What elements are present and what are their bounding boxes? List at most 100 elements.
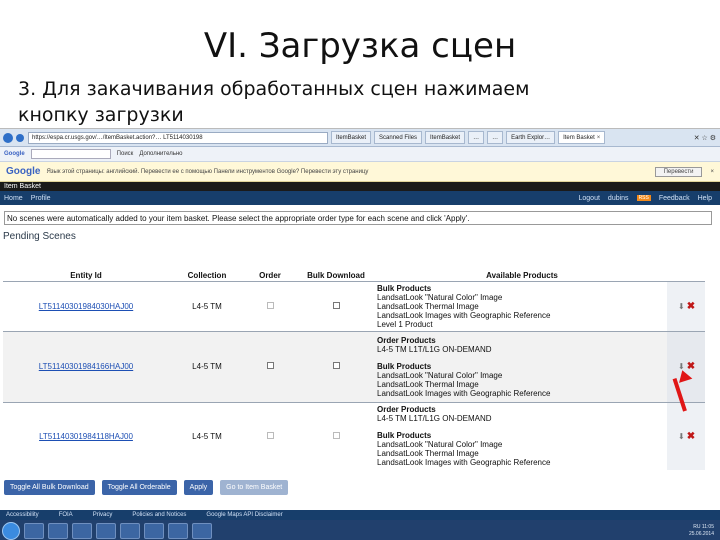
column-header: Order [259, 270, 281, 280]
product-item: Level 1 Product [377, 319, 433, 329]
browser-tab[interactable]: ItemBasket [425, 131, 466, 144]
nav-home[interactable]: Home [4, 195, 23, 202]
bulk-download-checkbox[interactable] [332, 362, 340, 369]
product-item: L4-5 TM L1T/L1G ON-DEMAND [377, 344, 492, 354]
go-to-item-basket-button[interactable]: Go to Item Basket [220, 480, 289, 495]
entity-id-link[interactable]: LT51140301984166HAJ00 [39, 362, 133, 371]
tab-label: … [492, 135, 499, 141]
tab-label: Earth Explor… [511, 135, 551, 141]
pending-scenes-table: Entity Id Collection Order Bulk Download… [3, 270, 705, 470]
products-heading: Bulk Products [377, 283, 432, 293]
order-checkbox[interactable] [266, 362, 274, 369]
taskbar-app-icon[interactable] [168, 522, 188, 539]
google-search-input[interactable] [30, 149, 111, 159]
site-header: Item Basket [0, 182, 720, 191]
google-toolbar-item[interactable]: Дополнительно [139, 151, 182, 157]
products-cell: Order Products L4-5 TM L1T/L1G ON-DEMAND… [377, 401, 667, 470]
close-icon[interactable]: × [710, 169, 714, 175]
nav-username: dubins [607, 194, 629, 202]
google-toolbar-label: Google [4, 151, 25, 157]
slide-subtitle-line2: кнопку загрузки [18, 104, 184, 126]
taskbar-app-icon[interactable] [144, 522, 164, 539]
screenshot: https://espa.cr.usgs.gov/…/ItemBasket.ac… [0, 128, 720, 540]
browser-tab-active[interactable]: Item Basket × [558, 131, 606, 144]
address-bar[interactable]: https://espa.cr.usgs.gov/…/ItemBasket.ac… [28, 131, 328, 144]
window-controls[interactable]: ✕ ☆ ⚙ [694, 134, 716, 142]
collection-cell: L4-5 TM [169, 280, 245, 331]
entity-id-link[interactable]: LT51140301984118HAJ00 [39, 432, 133, 441]
back-icon[interactable] [3, 132, 13, 143]
google-logo: Google [6, 166, 41, 177]
toggle-bulk-download-button[interactable]: Toggle All Bulk Download [4, 480, 95, 495]
product-item: LandsatLook Thermal Image [377, 449, 479, 459]
footer-link[interactable]: Privacy [93, 512, 113, 518]
browser-tabbar: https://espa.cr.usgs.gov/…/ItemBasket.ac… [0, 129, 720, 147]
tab-label: ItemBasket [430, 135, 461, 141]
bulk-download-checkbox[interactable] [332, 301, 340, 309]
tab-label: Item Basket [563, 135, 595, 141]
footer-link[interactable]: Google Maps API Disclaimer [206, 512, 282, 518]
browser-tab[interactable]: … [487, 131, 504, 144]
product-item: LandsatLook Thermal Image [377, 379, 479, 389]
taskbar-app-icon[interactable] [72, 522, 92, 539]
browser-tab[interactable]: ItemBasket [331, 131, 372, 144]
nav-feedback[interactable]: Feedback [659, 195, 690, 202]
browser-tab[interactable]: … [468, 131, 485, 144]
collection-cell: L4-5 TM [169, 401, 245, 470]
site-nav-right: Logout dubins RSS Feedback Help [579, 195, 720, 202]
apply-button[interactable]: Apply [183, 480, 214, 495]
column-header: Available Products [486, 270, 558, 280]
section-title: Pending Scenes [3, 231, 76, 242]
order-checkbox[interactable] [266, 431, 274, 439]
tab-label: … [473, 135, 480, 141]
delete-icon[interactable]: ✖ [687, 301, 695, 311]
clock-date: 25.06.2014 [688, 530, 714, 537]
rss-icon[interactable]: RSS [636, 195, 651, 201]
site-footer: Accessibility FOIA Privacy Policies and … [0, 510, 720, 520]
order-checkbox[interactable] [266, 301, 274, 309]
language-indicator[interactable]: RU [693, 524, 700, 530]
clock-time: 11:05 [701, 523, 714, 530]
column-header [667, 270, 705, 281]
start-button[interactable] [2, 521, 20, 540]
download-icon[interactable]: ⬇ [677, 432, 686, 441]
close-icon[interactable]: × [597, 135, 601, 141]
browser-tab[interactable]: Scanned Files [374, 131, 423, 144]
tab-label: ItemBasket [336, 135, 367, 141]
product-item: LandsatLook "Natural Color" Image [377, 440, 503, 450]
table-row: LT51140301984030HAJ00 L4-5 TM Bulk Produ… [3, 280, 705, 331]
forward-icon[interactable] [16, 133, 24, 142]
column-header: Bulk Download [307, 270, 365, 280]
table-header-row: Entity Id Collection Order Bulk Download… [3, 270, 705, 281]
toggle-orderable-button[interactable]: Toggle All Orderable [101, 480, 177, 495]
slide-title: VI. Загрузка сцен [203, 26, 517, 66]
product-item: LandsatLook "Natural Color" Image [377, 292, 503, 302]
google-toolbar-item[interactable]: Поиск [117, 151, 134, 157]
footer-link[interactable]: Policies and Notices [132, 512, 186, 518]
taskbar-app-icon[interactable] [192, 522, 212, 539]
nav-profile[interactable]: Profile [31, 195, 51, 202]
entity-id-link[interactable]: LT51140301984030HAJ00 [39, 302, 133, 311]
tab-label: Scanned Files [379, 135, 418, 141]
slide-subtitle-line1: 3. Для закачивания обработанных сцен наж… [18, 78, 530, 100]
taskbar-app-icon[interactable] [96, 522, 116, 539]
delete-icon[interactable]: ✖ [687, 431, 695, 441]
taskbar-app-icon[interactable] [24, 522, 44, 539]
footer-link[interactable]: FOIA [59, 512, 73, 518]
translate-button[interactable]: Перевести [654, 166, 703, 177]
products-heading: Bulk Products [377, 431, 432, 441]
download-icon[interactable]: ⬇ [677, 302, 686, 311]
product-item: L4-5 TM L1T/L1G ON-DEMAND [377, 414, 492, 424]
browser-tab[interactable]: Earth Explor… [506, 131, 556, 144]
product-item: LandsatLook Thermal Image [377, 301, 479, 311]
nav-help[interactable]: Help [698, 195, 712, 202]
slide-subtitle: 3. Для закачивания обработанных сцен наж… [18, 76, 698, 128]
column-header: Collection [187, 270, 227, 280]
taskbar-app-icon[interactable] [120, 522, 140, 539]
bulk-download-checkbox[interactable] [332, 431, 340, 439]
product-item: LandsatLook Images with Geographic Refer… [377, 310, 551, 320]
taskbar-app-icon[interactable] [48, 522, 68, 539]
nav-logout[interactable]: Logout [579, 195, 600, 202]
product-item: LandsatLook Images with Geographic Refer… [377, 388, 551, 398]
footer-link[interactable]: Accessibility [6, 512, 39, 518]
